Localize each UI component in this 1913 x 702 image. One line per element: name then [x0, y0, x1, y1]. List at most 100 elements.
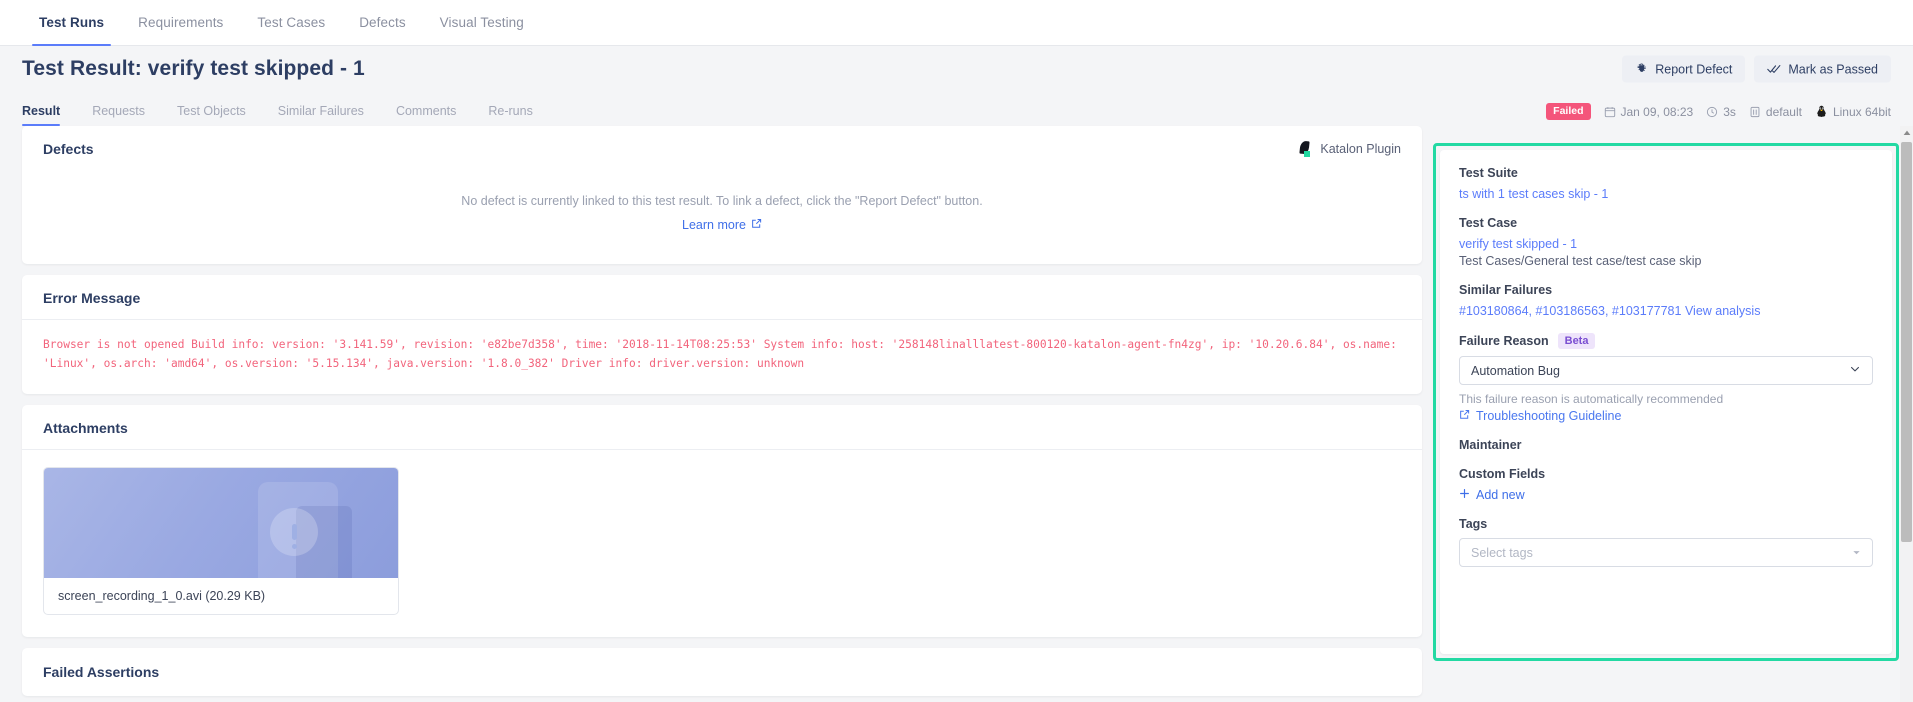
tab-label: Re-runs — [488, 104, 533, 118]
double-check-icon — [1767, 63, 1781, 76]
error-message-header: Error Message — [22, 275, 1422, 320]
mark-as-passed-label: Mark as Passed — [1788, 62, 1878, 76]
similar-failure-ids[interactable]: #103180864, #103186563, #103177781 — [1459, 304, 1681, 318]
tags-placeholder: Select tags — [1471, 545, 1533, 560]
page-header: Test Result: verify test skipped - 1 Rep… — [0, 46, 1913, 92]
tab-re-runs[interactable]: Re-runs — [472, 104, 548, 126]
failure-reason-select[interactable]: Automation Bug — [1459, 356, 1873, 385]
top-navigation: Test Runs Requirements Test Cases Defect… — [0, 0, 1913, 46]
add-new-label: Add new — [1476, 488, 1525, 502]
mark-as-passed-button[interactable]: Mark as Passed — [1754, 55, 1891, 83]
error-message-card: Error Message Browser is not opened Buil… — [22, 275, 1422, 394]
attachments-card: Attachments screen_recording_1_0.avi (20… — [22, 405, 1422, 637]
topnav-label: Defects — [359, 15, 406, 30]
similar-failures-values[interactable]: #103180864, #103186563, #103177781 View … — [1459, 304, 1873, 318]
linux-penguin-icon — [1815, 105, 1828, 119]
tab-test-objects[interactable]: Test Objects — [161, 104, 262, 126]
view-analysis-link[interactable]: View analysis — [1685, 304, 1761, 318]
tab-similar-failures[interactable]: Similar Failures — [262, 104, 380, 126]
report-defect-label: Report Defect — [1655, 62, 1733, 76]
tab-label: Comments — [395, 104, 457, 118]
meta-date: Jan 09, 08:23 — [1604, 105, 1693, 119]
profile-icon — [1749, 106, 1761, 118]
learn-more-label: Learn more — [682, 218, 746, 232]
run-meta: Failed Jan 09, 08:23 3s default Linux 64… — [1546, 103, 1891, 120]
defects-title: Defects — [43, 141, 94, 157]
page-title: Test Result: verify test skipped - 1 — [22, 57, 365, 80]
failure-reason-hint: This failure reason is automatically rec… — [1459, 392, 1724, 406]
meta-platform: Linux 64bit — [1815, 105, 1891, 119]
maintainer-section: Maintainer — [1459, 438, 1873, 452]
report-defect-button[interactable]: Report Defect — [1622, 55, 1746, 83]
clock-icon — [1706, 106, 1718, 118]
add-new-custom-field-button[interactable]: Add new — [1459, 488, 1873, 502]
topnav-item-test-cases[interactable]: Test Cases — [240, 0, 342, 45]
custom-fields-label: Custom Fields — [1459, 467, 1546, 481]
attachment-thumbnail[interactable] — [44, 468, 398, 578]
katalon-logo-icon — [1299, 140, 1313, 157]
similar-failures-label: Similar Failures — [1459, 283, 1553, 297]
app-root: Test Runs Requirements Test Cases Defect… — [0, 0, 1913, 702]
learn-more-link[interactable]: Learn more — [682, 218, 762, 232]
failure-reason-value: Automation Bug — [1471, 363, 1560, 378]
chevron-down-icon — [1849, 363, 1861, 378]
tags-label: Tags — [1459, 517, 1488, 531]
defects-empty-state: No defect is currently linked to this te… — [22, 170, 1422, 264]
result-tabs: Result Requests Test Objects Similar Fai… — [22, 104, 549, 126]
maintainer-label: Maintainer — [1459, 438, 1522, 452]
scrollbar-thumb[interactable] — [1901, 142, 1912, 542]
result-tabs-row: Result Requests Test Objects Similar Fai… — [0, 92, 1913, 126]
attachment-item[interactable]: screen_recording_1_0.avi (20.29 KB) — [43, 467, 399, 615]
test-case-section: Test Case verify test skipped - 1 Test C… — [1459, 216, 1873, 268]
attachments-body: screen_recording_1_0.avi (20.29 KB) — [22, 450, 1422, 637]
test-suite-link[interactable]: ts with 1 test cases skip - 1 — [1459, 187, 1873, 201]
caret-down-icon — [1852, 546, 1861, 560]
failed-assertions-card: Failed Assertions — [22, 648, 1422, 696]
status-badge: Failed — [1546, 103, 1591, 120]
tab-label: Test Objects — [177, 104, 246, 118]
failed-assertions-title: Failed Assertions — [43, 664, 160, 680]
plus-icon — [1459, 488, 1470, 502]
meta-duration: 3s — [1706, 105, 1736, 119]
topnav-item-visual-testing[interactable]: Visual Testing — [423, 0, 541, 45]
test-suite-section: Test Suite ts with 1 test cases skip - 1 — [1459, 166, 1873, 201]
test-case-label: Test Case — [1459, 216, 1518, 230]
calendar-icon — [1604, 106, 1616, 118]
tab-label: Result — [22, 104, 61, 118]
defects-empty-message: No defect is currently linked to this te… — [461, 194, 983, 208]
troubleshooting-guideline-label: Troubleshooting Guideline — [1476, 409, 1622, 423]
topnav-item-defects[interactable]: Defects — [342, 0, 422, 45]
topnav-item-requirements[interactable]: Requirements — [121, 0, 240, 45]
details-panel: Test Suite ts with 1 test cases skip - 1… — [1440, 150, 1892, 654]
test-case-link[interactable]: verify test skipped - 1 — [1459, 237, 1873, 251]
error-message-title: Error Message — [43, 290, 141, 306]
tab-requests[interactable]: Requests — [76, 104, 161, 126]
details-panel-highlight: Test Suite ts with 1 test cases skip - 1… — [1433, 143, 1899, 661]
custom-fields-section: Custom Fields Add new — [1459, 467, 1873, 502]
topnav-label: Requirements — [138, 15, 224, 30]
troubleshooting-guideline-link[interactable]: Troubleshooting Guideline — [1459, 409, 1873, 423]
bug-icon — [1635, 63, 1648, 76]
meta-profile: default — [1749, 105, 1802, 119]
test-suite-label: Test Suite — [1459, 166, 1518, 180]
similar-failures-section: Similar Failures #103180864, #103186563,… — [1459, 283, 1873, 318]
topnav-item-test-runs[interactable]: Test Runs — [22, 0, 121, 46]
meta-platform-label: Linux 64bit — [1832, 104, 1891, 119]
beta-badge: Beta — [1557, 333, 1596, 349]
attachment-file-name: screen_recording_1_0.avi (20.29 KB) — [58, 589, 266, 603]
left-column: Defects Katalon Plugin No defect is curr… — [22, 126, 1422, 696]
meta-duration-label: 3s — [1723, 104, 1736, 119]
external-link-icon — [751, 218, 762, 232]
page-scrollbar[interactable] — [1900, 126, 1913, 702]
topnav-label: Test Cases — [257, 15, 326, 30]
error-message-body: Browser is not opened Build info: versio… — [22, 320, 1422, 394]
tab-result[interactable]: Result — [22, 104, 76, 126]
tab-label: Requests — [92, 104, 146, 118]
scroll-up-arrow[interactable] — [1900, 126, 1913, 139]
attachments-header: Attachments — [22, 405, 1422, 450]
tab-comments[interactable]: Comments — [380, 104, 472, 126]
tags-select[interactable]: Select tags — [1459, 538, 1873, 567]
katalon-plugin-label: Katalon Plugin — [1320, 142, 1401, 156]
test-case-path: Test Cases/General test case/test case s… — [1459, 254, 1702, 268]
failure-reason-section: Failure Reason Beta Automation Bug This … — [1459, 333, 1873, 423]
